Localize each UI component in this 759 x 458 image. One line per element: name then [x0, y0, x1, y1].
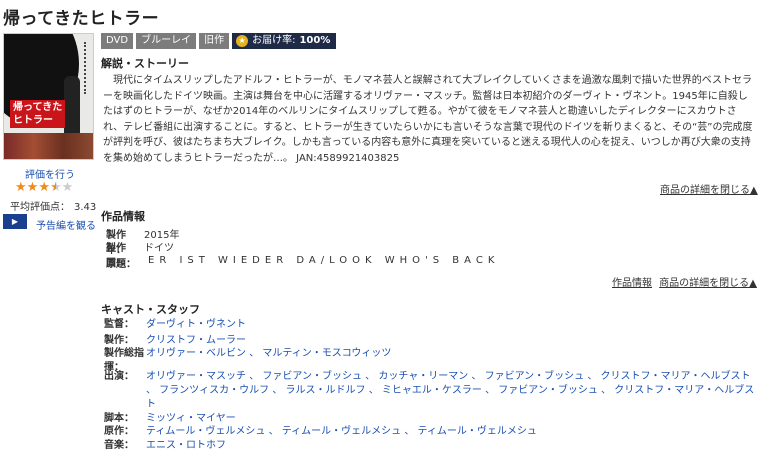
cast-key: 監督：	[104, 319, 134, 330]
info-link[interactable]: 作品情報	[612, 278, 652, 289]
medal-icon: ★	[236, 35, 249, 47]
close-details-link[interactable]: 商品の詳細を閉じる▲	[660, 181, 758, 196]
cast-row-exec-producer: 製作総指揮： オリヴァー・ベルビン 、 マルティン・モスコウィッツ	[104, 347, 756, 373]
star-icon: ★	[15, 180, 27, 195]
cast-row-music: 音楽： エニス・ロトホフ	[104, 439, 756, 453]
star-rating: ★★★★★	[15, 180, 73, 195]
delivery-rate-badge: ★ お届け率: 100%	[232, 33, 337, 49]
info-list: 製作年： 2015年 製作国： ドイツ 原題： ER IST WIEDER DA…	[106, 226, 499, 270]
info-key: 製作年：	[106, 230, 126, 256]
cover-image[interactable]: 帰ってきた ヒトラー	[3, 33, 94, 160]
cast-key: 脚本：	[104, 413, 134, 424]
cast-key: 製作：	[104, 335, 134, 346]
synopsis-heading: 解説・ストーリー	[101, 57, 189, 70]
info-heading: 作品情報	[101, 210, 145, 223]
cast-row-director: 監督： ダーヴィト・ヴネント	[104, 318, 756, 334]
rate-link[interactable]: 評価を行う	[25, 166, 75, 181]
avg-label: 平均評価点：	[10, 202, 70, 213]
cast-value-link[interactable]: ダーヴィト・ヴネント	[146, 318, 756, 334]
info-value: 2015年	[144, 230, 180, 241]
format-badges: DVD ブルーレイ 旧作 ★ お届け率: 100%	[101, 33, 337, 49]
badge-bluray: ブルーレイ	[136, 33, 197, 49]
cast-key: 原作：	[104, 426, 134, 437]
cast-heading: キャスト・スタッフ	[101, 303, 200, 316]
cast-row-cast: 出演： オリヴァー・マスッチ 、 ファビアン・ブッシュ 、 カッチャ・リーマン 、…	[104, 370, 756, 412]
info-row-year: 製作年： 2015年	[106, 226, 499, 256]
synopsis-text: 現代にタイムスリップしたアドルフ・ヒトラーが、モノマネ芸人と誤解されて大ブレイク…	[103, 75, 753, 164]
cast-row-original: 原作： ティムール・ヴェルメシュ 、 ティムール・ヴェルメシュ 、 ティムール・ヴ…	[104, 425, 756, 439]
cast-list: 監督： ダーヴィト・ヴネント 製作： クリストフ・ムーラー 製作総指揮： オリヴァー・…	[104, 318, 756, 453]
page-title: 帰ってきたヒトラー	[3, 9, 160, 29]
star-icon: ★	[38, 180, 50, 195]
info-key: 原題：	[106, 259, 136, 270]
play-trailer-button[interactable]: ▶	[3, 214, 27, 229]
badge-old: 旧作	[199, 33, 230, 49]
cast-value-link[interactable]: ミッツィ・マイヤー	[146, 412, 756, 425]
cast-row-producer: 製作： クリストフ・ムーラー	[104, 334, 756, 347]
info-value: ドイツ	[144, 243, 174, 254]
cast-value-link[interactable]: クリストフ・ムーラー	[146, 334, 756, 347]
star-half-icon: ★	[49, 180, 62, 195]
cast-row-writer: 脚本： ミッツィ・マイヤー	[104, 412, 756, 425]
cast-value-link[interactable]: エニス・ロトホフ	[146, 439, 756, 453]
info-links: 作品情報 商品の詳細を閉じる▲	[612, 274, 757, 289]
avg-value: 3.43	[74, 202, 97, 213]
star-empty-icon: ★	[61, 180, 74, 195]
cover-crowd	[4, 133, 93, 159]
badge-dvd: DVD	[101, 33, 134, 49]
star-icon: ★	[26, 180, 39, 195]
info-key: 製作国：	[106, 243, 126, 269]
cover-vertical-text	[84, 42, 93, 94]
info-row-country: 製作国： ドイツ	[106, 239, 499, 269]
info-value: ER IST WIEDER DA/LOOK WHO'S BACK	[148, 255, 500, 266]
cast-value-link[interactable]: オリヴァー・ベルビン 、 マルティン・モスコウィッツ	[146, 347, 756, 370]
delivery-label: お届け率:	[252, 35, 296, 46]
cast-value-link[interactable]: ティムール・ヴェルメシュ 、 ティムール・ヴェルメシュ 、 ティムール・ヴェルメ…	[146, 425, 756, 439]
cover-figure	[64, 76, 80, 136]
close-details-link-2[interactable]: 商品の詳細を閉じる▲	[659, 278, 757, 289]
cover-title: 帰ってきた ヒトラー	[10, 100, 66, 128]
cast-key: 製作総指揮：	[104, 348, 144, 373]
info-row-original-title: 原題： ER IST WIEDER DA/LOOK WHO'S BACK	[106, 255, 499, 270]
cast-key: 出演：	[104, 371, 134, 382]
cast-key: 音楽：	[104, 440, 134, 451]
delivery-value: 100%	[299, 35, 331, 46]
average-rating: 平均評価点： 3.43	[10, 198, 96, 213]
trailer-link[interactable]: 予告編を観る	[36, 217, 96, 232]
cast-value-link[interactable]: オリヴァー・マスッチ 、 ファビアン・ブッシュ 、 カッチャ・リーマン 、 ファ…	[146, 370, 756, 412]
